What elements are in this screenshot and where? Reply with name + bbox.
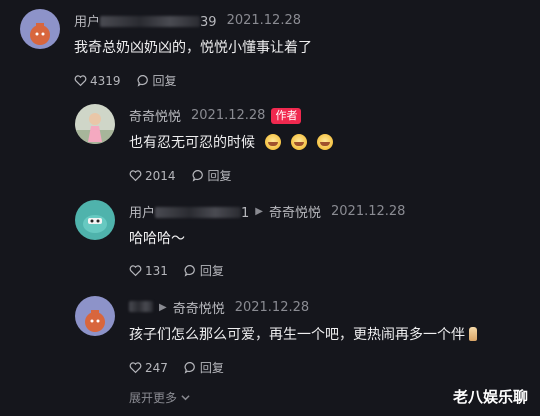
reply-arrow-icon: ▶ — [255, 206, 263, 217]
comment-actions: 131 回复 — [129, 262, 224, 279]
comment-meta: 奇奇悦悦 2021.12.28 作者 — [129, 106, 302, 125]
username[interactable]: 用户 39 — [74, 11, 217, 30]
heart-icon — [74, 75, 87, 87]
like-button[interactable]: 4319 — [74, 74, 121, 88]
comment-meta: 用户 1 ▶ 奇奇悦悦 2021.12.28 — [129, 202, 405, 221]
like-button[interactable]: 247 — [129, 361, 168, 375]
expand-more-button[interactable]: 展开更多 — [129, 389, 190, 406]
chat-bubble-icon — [184, 362, 195, 374]
reply-to-username[interactable]: 奇奇悦悦 — [269, 202, 321, 221]
comment-meta: 用户 39 2021.12.28 — [74, 11, 301, 30]
comment-text-content: 孩子们怎么那么可爱，再生一个吧，更热闹再多一个伴 — [129, 327, 465, 343]
avatar[interactable] — [75, 200, 115, 240]
grin-emoji-icon — [291, 134, 307, 150]
comment-actions: 247 回复 — [129, 359, 224, 376]
heart-icon — [129, 170, 142, 182]
reply-button[interactable]: 回复 — [184, 359, 224, 376]
comment-meta: ▶ 奇奇悦悦 2021.12.28 — [129, 298, 309, 317]
bottle-emoji-icon — [469, 327, 477, 341]
comment-text: 我奇总奶凶奶凶的，悦悦小懂事让着了 — [74, 40, 312, 56]
like-count: 131 — [145, 263, 168, 278]
username[interactable] — [129, 300, 153, 315]
comment-date: 2021.12.28 — [234, 300, 310, 315]
username[interactable]: 奇奇悦悦 — [129, 106, 181, 125]
comment-date: 2021.12.28 — [226, 13, 301, 28]
avatar[interactable] — [20, 9, 60, 49]
like-button[interactable]: 2014 — [129, 169, 176, 183]
reply-label: 回复 — [199, 361, 224, 375]
reply-arrow-icon: ▶ — [159, 302, 167, 313]
heart-icon — [129, 265, 142, 277]
reply-to-username[interactable]: 奇奇悦悦 — [173, 298, 225, 317]
reply-button[interactable]: 回复 — [184, 262, 224, 279]
comment-actions: 2014 回复 — [129, 167, 232, 184]
chat-bubble-icon — [184, 265, 195, 277]
reply-button[interactable]: 回复 — [137, 72, 177, 89]
chat-bubble-icon — [192, 170, 203, 182]
username[interactable]: 用户 1 — [129, 202, 249, 221]
avatar[interactable] — [75, 296, 115, 336]
grin-emoji-icon — [265, 134, 281, 150]
comment-text: 哈哈哈～ — [129, 231, 185, 247]
like-count: 2014 — [145, 168, 176, 183]
like-count: 247 — [145, 360, 168, 375]
comment-actions: 4319 回复 — [74, 72, 177, 89]
comment-text: 孩子们怎么那么可爱，再生一个吧，更热闹再多一个伴 — [129, 324, 477, 344]
watermark: 老八娱乐聊 — [452, 388, 528, 406]
comment-text-content: 也有忍无可忍的时候 — [129, 135, 255, 151]
chat-bubble-icon — [137, 75, 148, 87]
avatar[interactable] — [75, 104, 115, 144]
comment-date: 2021.12.28 — [331, 204, 406, 219]
comment-text: 也有忍无可忍的时候 — [129, 132, 333, 152]
reply-label: 回复 — [207, 169, 232, 183]
like-button[interactable]: 131 — [129, 264, 168, 278]
heart-icon — [129, 362, 142, 374]
reply-label: 回复 — [199, 264, 224, 278]
comment-date: 2021.12.28 — [191, 108, 266, 123]
reply-label: 回复 — [152, 74, 177, 88]
grin-emoji-icon — [317, 134, 333, 150]
author-badge: 作者 — [271, 107, 302, 124]
expand-more-label: 展开更多 — [129, 391, 178, 405]
reply-button[interactable]: 回复 — [192, 167, 232, 184]
chevron-down-icon — [181, 395, 190, 401]
like-count: 4319 — [90, 73, 121, 88]
